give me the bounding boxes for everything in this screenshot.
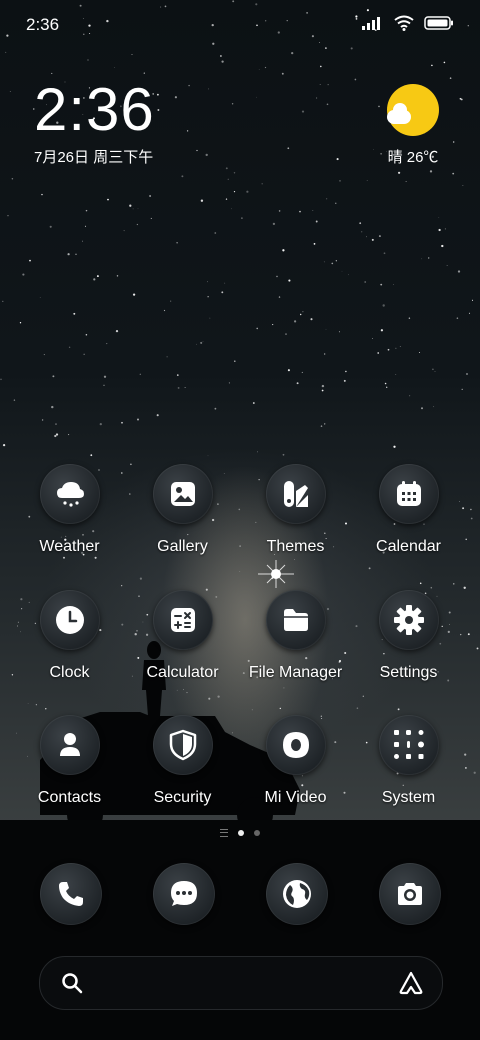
app-label: File Manager xyxy=(248,664,343,681)
video-icon xyxy=(265,715,326,775)
search-icon[interactable] xyxy=(60,971,84,995)
status-bar: 2:36 xyxy=(0,0,480,50)
app-clock[interactable]: Clock xyxy=(13,590,126,682)
gear-icon xyxy=(378,590,439,650)
weather-icon xyxy=(39,464,100,524)
search-bar[interactable] xyxy=(39,956,443,1010)
status-time: 2:36 xyxy=(26,15,60,34)
app-weather[interactable]: Weather xyxy=(13,464,126,556)
gallery-icon xyxy=(152,464,213,524)
message-icon xyxy=(153,863,215,925)
status-icons xyxy=(362,15,454,31)
folder-grid-icon xyxy=(378,715,439,775)
app-label: Calendar xyxy=(376,538,441,555)
dock-phone[interactable] xyxy=(40,863,102,925)
dock-camera[interactable] xyxy=(379,863,441,925)
person-icon xyxy=(39,715,100,775)
app-gallery[interactable]: Gallery xyxy=(126,464,239,556)
app-calendar[interactable]: Calendar xyxy=(352,464,465,556)
app-themes[interactable]: Themes xyxy=(239,464,352,556)
app-label: Security xyxy=(153,789,212,806)
app-drawer-indicator[interactable] xyxy=(220,829,228,837)
calendar-icon xyxy=(378,464,439,524)
page-indicator[interactable] xyxy=(0,829,480,837)
app-label: Weather xyxy=(39,538,100,555)
signal-icon xyxy=(362,17,380,30)
app-label: Themes xyxy=(266,538,325,555)
battery-icon xyxy=(424,16,453,30)
app-label: Mi Video xyxy=(264,789,327,806)
app-label: Contacts xyxy=(37,789,102,806)
app-file-manager[interactable]: File Manager xyxy=(239,590,352,682)
app-label: Calculator xyxy=(146,664,219,681)
assistant-icon[interactable] xyxy=(398,970,424,996)
sun-cloud-icon xyxy=(387,84,439,136)
bright-star xyxy=(258,560,294,588)
themes-icon xyxy=(265,464,326,524)
app-calculator[interactable]: Calculator xyxy=(126,590,239,682)
app-settings[interactable]: Settings xyxy=(352,590,465,682)
app-system-folder[interactable]: System xyxy=(352,715,465,807)
page-dot-active[interactable] xyxy=(238,830,244,836)
clock-icon xyxy=(39,590,100,650)
app-label: Clock xyxy=(49,664,90,681)
app-security[interactable]: Security xyxy=(126,715,239,807)
weather-widget[interactable]: 晴 26℃ xyxy=(378,84,448,167)
widget-time: 2:36 xyxy=(34,76,155,143)
app-mi-video[interactable]: Mi Video xyxy=(239,715,352,807)
app-label: Gallery xyxy=(157,538,208,555)
shield-icon xyxy=(152,715,213,775)
phone-icon xyxy=(40,863,102,925)
wifi-icon xyxy=(394,15,414,31)
folder-icon xyxy=(265,590,326,650)
clock-widget[interactable]: 2:36 7月26日 周三下午 xyxy=(34,78,155,167)
browser-icon xyxy=(266,863,328,925)
app-contacts[interactable]: Contacts xyxy=(13,715,126,807)
weather-summary: 晴 26℃ xyxy=(387,149,439,166)
page-dot[interactable] xyxy=(254,830,260,836)
dock-browser[interactable] xyxy=(266,863,328,925)
app-label: System xyxy=(381,789,436,806)
calculator-icon xyxy=(152,590,213,650)
widget-date: 7月26日 周三下午 xyxy=(34,149,154,166)
camera-icon xyxy=(379,863,441,925)
app-label: Settings xyxy=(379,664,438,681)
dock-messages[interactable] xyxy=(153,863,215,925)
